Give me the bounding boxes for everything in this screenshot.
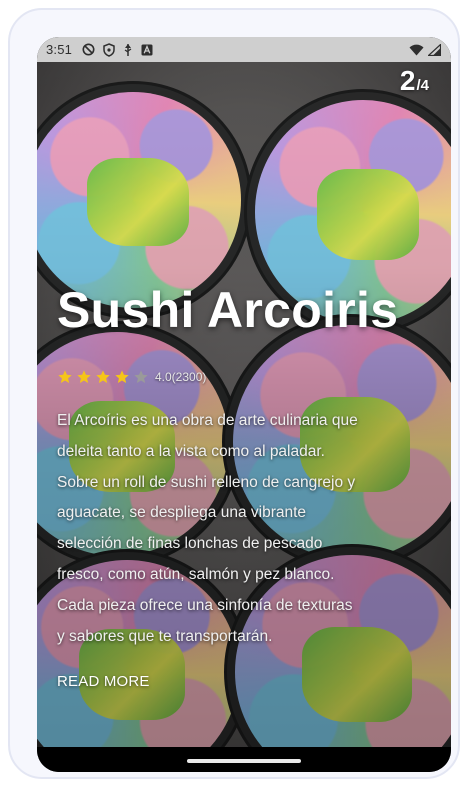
star-empty-icon xyxy=(134,370,148,383)
usb-icon xyxy=(124,43,132,56)
description-line: deleita tanto a la vista como al paladar… xyxy=(57,442,325,460)
description-line: Sobre un roll de sushi relleno de cangre… xyxy=(57,473,356,491)
rating-text: 4.0(2300) xyxy=(155,370,207,384)
home-indicator[interactable] xyxy=(187,758,301,763)
slide-current: 2 xyxy=(399,65,416,96)
slide-counter: 2 /4 xyxy=(400,65,429,97)
description-line: El Arcoíris es una obra de arte culinari… xyxy=(57,412,358,429)
star-filled-icon xyxy=(115,370,129,383)
description-line: selección de finas lonchas de pescado xyxy=(57,535,323,553)
status-icons-left xyxy=(82,42,153,57)
description-line: fresco, como atún, salmón y pez blanco. xyxy=(57,565,335,583)
description-line: aguacate, se despliega una vibrante xyxy=(57,504,307,522)
app-a-icon xyxy=(141,44,153,55)
rating-stars xyxy=(57,369,149,385)
navigation-bar xyxy=(37,747,451,772)
phone-frame: 3:51 2 /4 Sushi Arcoiris 4.0(2300) El Ar… xyxy=(8,8,460,779)
phone-screen: 3:51 2 /4 Sushi Arcoiris 4.0(2300) El Ar… xyxy=(37,37,451,772)
status-icons-right xyxy=(409,43,441,56)
star-filled-icon xyxy=(96,370,110,383)
wifi-icon xyxy=(409,44,424,55)
shield-icon xyxy=(103,42,115,57)
no-disturb-icon xyxy=(82,43,95,56)
rating-row: 4.0(2300) xyxy=(57,369,206,385)
description-line: y sabores que te transportarán. xyxy=(57,627,273,645)
description-line: Cada pieza ofrece una sinfonía de textur… xyxy=(57,596,353,614)
star-filled-icon xyxy=(58,370,72,383)
recipe-description: El Arcoíris es una obra de arte culinari… xyxy=(57,406,387,652)
star-filled-icon xyxy=(77,370,91,383)
slide-total: /4 xyxy=(416,77,429,94)
recipe-title: Sushi Arcoiris xyxy=(57,282,399,338)
signal-icon xyxy=(428,43,441,56)
status-time: 3:51 xyxy=(46,42,73,57)
status-bar: 3:51 xyxy=(37,37,451,62)
read-more-button[interactable]: READ MORE xyxy=(57,673,150,690)
